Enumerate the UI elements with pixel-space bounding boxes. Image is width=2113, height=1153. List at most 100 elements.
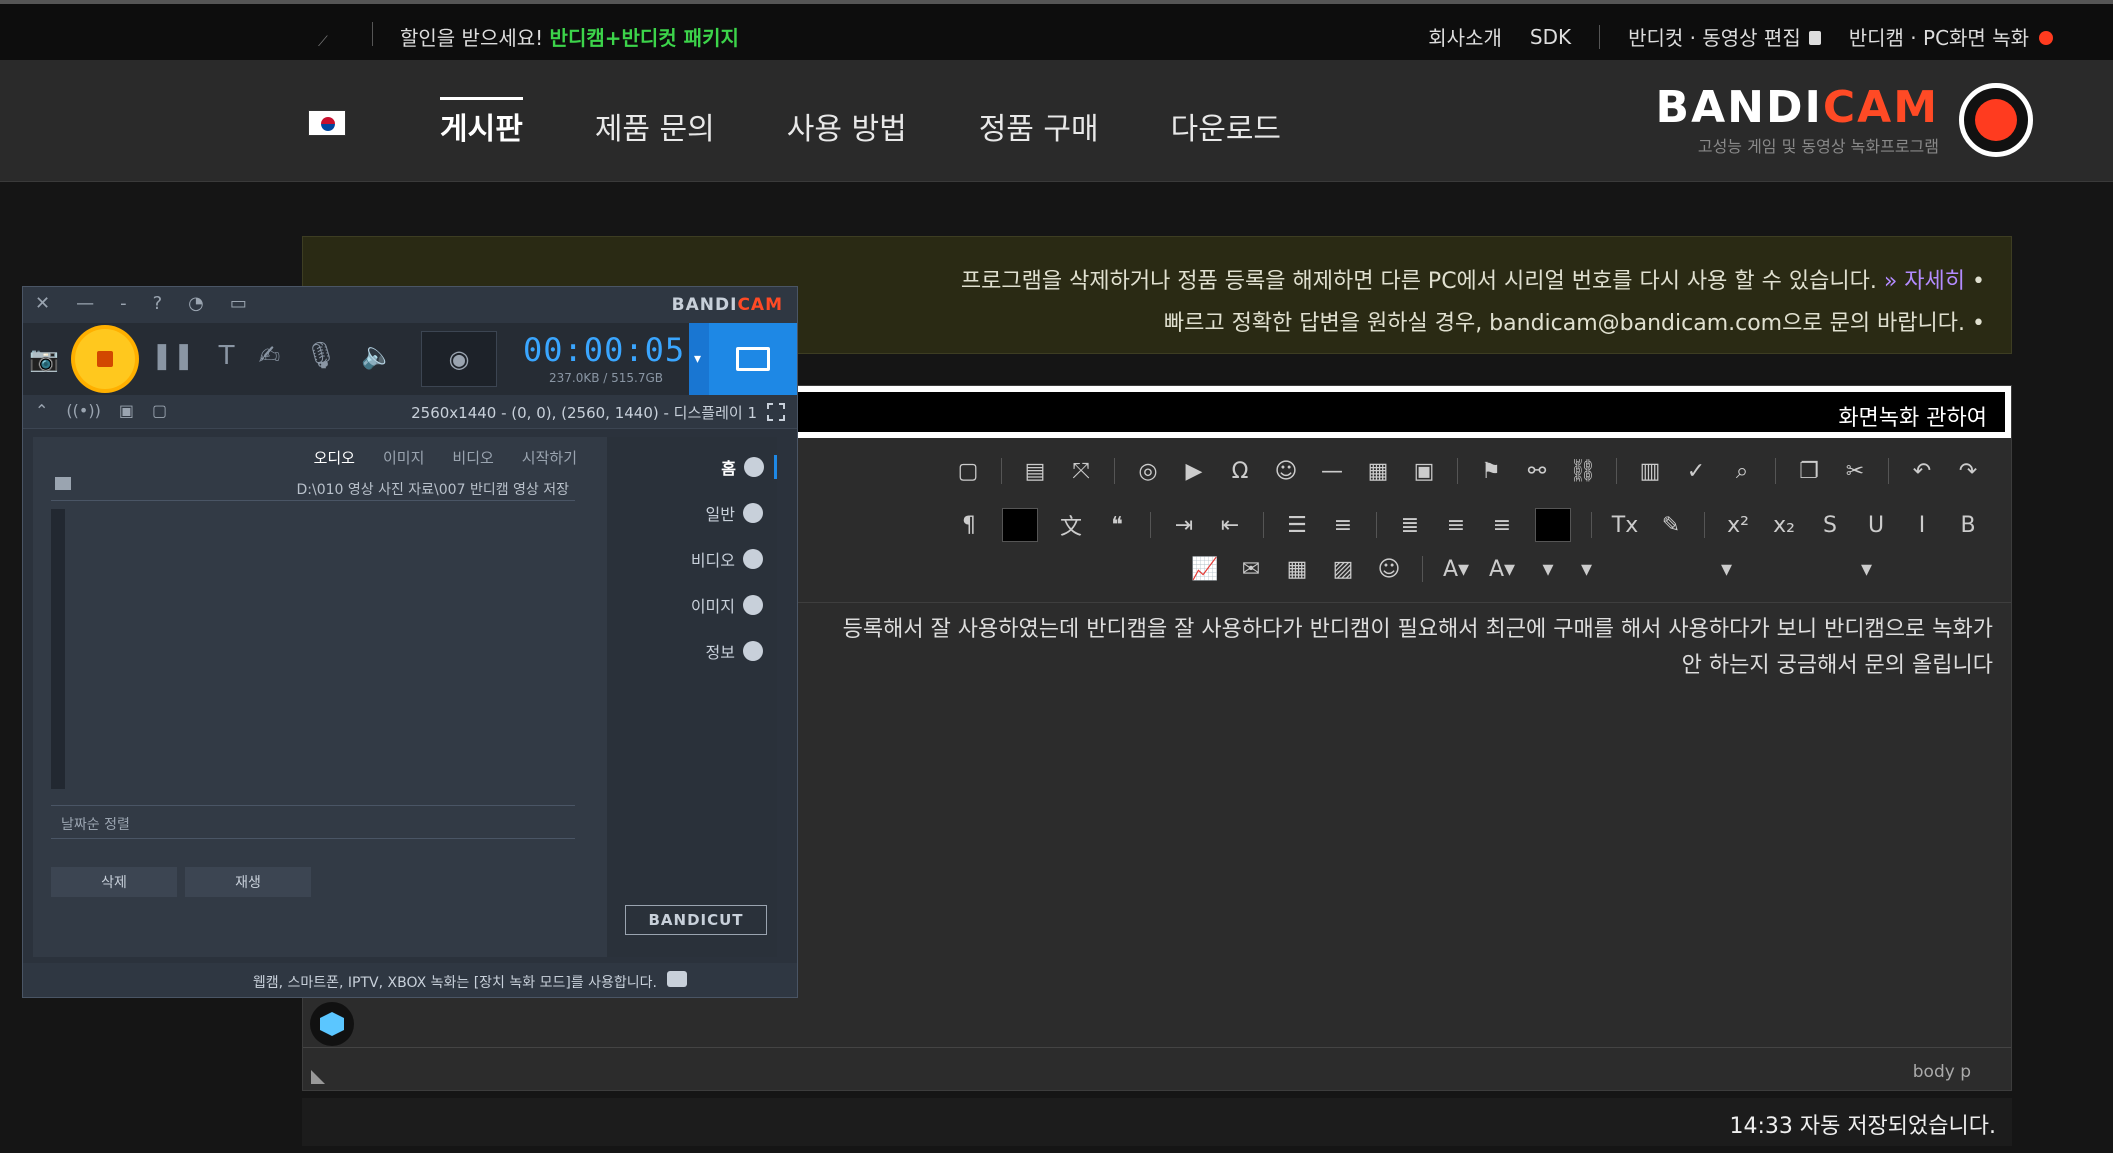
bold-icon[interactable]: B bbox=[1955, 512, 1981, 538]
subscript-icon[interactable]: x₂ bbox=[1771, 512, 1797, 538]
more-link[interactable]: » 자세히 bbox=[1884, 269, 1965, 294]
record-stop-button[interactable] bbox=[75, 329, 135, 389]
bandicam-window[interactable]: ✕ — - ? ◔ ▭ BANDICAM 📷 ❚❚ T ✍ 🎙 🔈 ◉ 00:0… bbox=[22, 286, 798, 998]
tab-3[interactable]: 시작하기 bbox=[522, 447, 577, 468]
collapse-icon[interactable]: ⌃ bbox=[35, 401, 48, 420]
sidebar-item-home[interactable]: 홈 bbox=[721, 455, 777, 479]
sidebar-item-info[interactable]: 정보 bbox=[706, 639, 763, 663]
clear-format-icon[interactable]: Tx bbox=[1612, 512, 1638, 538]
italic-icon[interactable]: I bbox=[1909, 512, 1935, 538]
korea-flag-icon[interactable] bbox=[308, 110, 346, 136]
nav-item[interactable]: 제품 문의 bbox=[595, 104, 715, 148]
sidebar-item-video[interactable]: 비디오 bbox=[691, 547, 763, 571]
microphone-icon[interactable]: 🎙 bbox=[304, 341, 337, 371]
spellcheck-icon[interactable]: ✓ bbox=[1683, 458, 1709, 484]
color-bar-icon[interactable]: ▦ bbox=[1284, 556, 1310, 582]
table-icon[interactable]: ▦ bbox=[1365, 458, 1391, 484]
editor-content[interactable]: 등록해서 잘 사용하였는데 반디캠을 잘 사용하다가 반디캠이 필요해서 최근에… bbox=[793, 612, 1993, 684]
text-bg-color-icon[interactable]: A▾ bbox=[1443, 556, 1469, 582]
screen-mode-button[interactable]: ▾ bbox=[689, 323, 797, 395]
promo-banner[interactable]: 할인을 받으세요! 반디캠+반디컷 패키지 bbox=[400, 22, 739, 51]
tray-icon[interactable]: - bbox=[120, 293, 127, 314]
style-dropdown[interactable]: ▾ bbox=[1861, 556, 1981, 582]
nav-item[interactable]: 사용 방법 bbox=[787, 104, 907, 148]
editor-link[interactable]: 반디컷 · 동영상 편집 bbox=[1628, 22, 1821, 51]
superscript-icon[interactable]: x² bbox=[1725, 512, 1751, 538]
webcam-icon[interactable]: ◉ bbox=[421, 331, 497, 387]
emoticon-icon[interactable]: ☺ bbox=[1376, 556, 1402, 582]
image-icon[interactable]: ▣ bbox=[1411, 458, 1437, 484]
mail-icon[interactable]: ✉ bbox=[1238, 556, 1264, 582]
video-icon[interactable]: ▶ bbox=[1181, 458, 1207, 484]
paste-icon[interactable]: ▥ bbox=[1637, 458, 1663, 484]
text-overlay-icon[interactable]: T bbox=[219, 341, 235, 371]
area-select-icon[interactable] bbox=[767, 403, 785, 421]
folder-icon[interactable]: ▭ bbox=[230, 293, 247, 314]
horizontal-rule-icon[interactable]: — bbox=[1319, 458, 1345, 484]
copy-icon[interactable]: ❐ bbox=[1796, 458, 1822, 484]
image-capture-icon[interactable]: ▣ bbox=[119, 401, 134, 420]
search-icon[interactable]: ⌕ bbox=[1729, 458, 1755, 484]
minimize-icon[interactable]: — bbox=[76, 293, 94, 314]
font-dropdown[interactable]: ▾ bbox=[1581, 556, 1701, 582]
sort-bar[interactable]: 날짜순 정렬 bbox=[51, 805, 575, 839]
unlink-icon[interactable]: ⚯ bbox=[1524, 458, 1550, 484]
file-list-scrollbar[interactable] bbox=[51, 509, 65, 789]
sidebar-item-image[interactable]: 이미지 bbox=[691, 593, 763, 617]
size-dropdown[interactable]: ▾ bbox=[1535, 556, 1561, 582]
nav-item[interactable]: 게시판 bbox=[440, 97, 523, 148]
screenshot-history-icon[interactable]: ◔ bbox=[188, 293, 204, 314]
chevron-icon[interactable]: ⟋ bbox=[318, 34, 328, 50]
undo-icon[interactable]: ↶ bbox=[1909, 458, 1935, 484]
align-justify-icon[interactable]: ≣ bbox=[1397, 512, 1423, 538]
tab-1[interactable]: 이미지 bbox=[383, 447, 424, 468]
language-icon[interactable]: 文 bbox=[1058, 512, 1084, 540]
image-gallery-icon[interactable]: ▨ bbox=[1330, 556, 1356, 582]
resize-handle-icon[interactable] bbox=[311, 1070, 325, 1084]
sdk-link[interactable]: SDK bbox=[1530, 25, 1571, 49]
blockquote-icon[interactable]: ❝ bbox=[1104, 512, 1130, 538]
redo-icon[interactable]: ↷ bbox=[1955, 458, 1981, 484]
preview-icon[interactable]: ▤ bbox=[1022, 458, 1048, 484]
cut-icon[interactable]: ✂ bbox=[1842, 458, 1868, 484]
save-path[interactable]: D:\010 영상 사진 자료\007 반디캠 영상 저장 bbox=[51, 475, 575, 501]
video-capture-icon[interactable]: ▢ bbox=[152, 401, 167, 420]
underline-icon[interactable]: U bbox=[1863, 512, 1889, 538]
bandicam-logo[interactable]: BANDICAM 고성능 게임 및 동영상 녹화프로그램 bbox=[1656, 82, 2033, 157]
paragraph-icon[interactable]: ¶ bbox=[956, 512, 982, 538]
pause-icon[interactable]: ❚❚ bbox=[151, 341, 195, 371]
speaker-icon[interactable]: 🔈 bbox=[361, 341, 393, 371]
nav-item[interactable]: 정품 구매 bbox=[979, 104, 1099, 148]
fullscreen-icon[interactable]: ⤧ bbox=[1068, 458, 1094, 484]
close-icon[interactable]: ✕ bbox=[35, 293, 50, 314]
site-title-link[interactable]: 반디캠 · PC화면 녹화 bbox=[1849, 22, 2053, 51]
camera-icon[interactable]: 📷 bbox=[29, 345, 59, 373]
share-icon[interactable] bbox=[310, 1002, 354, 1046]
folder-icon[interactable] bbox=[55, 477, 71, 490]
iframe-icon[interactable]: ◎ bbox=[1135, 458, 1161, 484]
broadcast-icon[interactable]: ((•)) bbox=[66, 401, 100, 420]
source-icon[interactable]: ▢ bbox=[955, 458, 981, 484]
bandicam-titlebar[interactable]: ✕ — - ? ◔ ▭ BANDICAM bbox=[23, 287, 797, 323]
chart-icon[interactable]: 📈 bbox=[1191, 556, 1218, 582]
highlight-icon[interactable]: ✎ bbox=[1658, 512, 1684, 538]
font-color-swatch[interactable] bbox=[1535, 508, 1571, 542]
anchor-icon[interactable]: ⚑ bbox=[1478, 458, 1504, 484]
play-button[interactable]: 재생 bbox=[185, 867, 311, 897]
company-link[interactable]: 회사소개 bbox=[1428, 22, 1502, 51]
strikethrough-icon[interactable]: S bbox=[1817, 512, 1843, 538]
tab-0[interactable]: 오디오 bbox=[314, 447, 355, 468]
text-color-icon[interactable]: A▾ bbox=[1489, 556, 1515, 582]
sidebar-item-general[interactable]: 일반 bbox=[706, 501, 763, 525]
tab-2[interactable]: 비디오 bbox=[452, 447, 493, 468]
promo-highlight[interactable]: 반디캠+반디컷 패키지 bbox=[550, 26, 739, 50]
delete-button[interactable]: 삭제 bbox=[51, 867, 177, 897]
align-right-icon[interactable]: ≡ bbox=[1443, 512, 1469, 538]
format-dropdown[interactable]: ▾ bbox=[1721, 556, 1841, 582]
chevron-down-icon[interactable]: ▾ bbox=[694, 351, 701, 367]
link-icon[interactable]: ⛓ bbox=[1569, 458, 1597, 484]
nav-item[interactable]: 다운로드 bbox=[1171, 104, 1281, 148]
numbered-list-icon[interactable]: ≡ bbox=[1330, 512, 1356, 538]
emoji-icon[interactable]: ☺ bbox=[1273, 458, 1299, 484]
help-icon[interactable]: ? bbox=[153, 293, 163, 314]
